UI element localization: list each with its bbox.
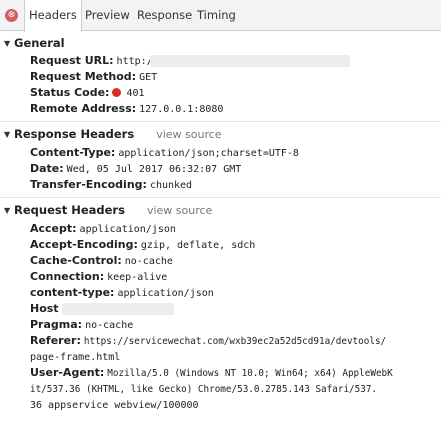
redacted-area	[150, 55, 350, 67]
response-header-row: Date: Wed, 05 Jul 2017 06:32:07 GMT	[30, 162, 241, 175]
request-headers-title: Request Headers	[14, 203, 125, 217]
request-url-row: Request URL: http:/	[30, 54, 153, 67]
request-header-row: Host	[30, 302, 62, 315]
section-divider	[0, 197, 441, 198]
header-value: 36 appservice webview/100000	[30, 400, 199, 411]
general-section-header[interactable]: ▼ General	[4, 36, 65, 50]
header-key: content-type:	[30, 286, 115, 299]
request-header-row: Connection: keep-alive	[30, 270, 167, 283]
header-key: Referer:	[30, 334, 81, 347]
header-key: Request Method:	[30, 70, 137, 83]
devtools-tab-bar: ⊗ Headers Preview Response Timing	[0, 0, 441, 32]
expand-triangle-icon: ▼	[4, 130, 11, 139]
response-headers-section-header[interactable]: ▼ Response Headers view source	[4, 127, 222, 141]
header-value: Mozilla/5.0 (Windows NT 10.0; Win64; x64…	[107, 368, 393, 379]
section-divider	[0, 121, 441, 122]
tab-headers[interactable]: Headers	[24, 0, 82, 32]
header-key: Accept-Encoding:	[30, 238, 138, 251]
header-key: Request URL:	[30, 54, 114, 67]
response-headers-title: Response Headers	[14, 127, 135, 141]
header-key: Date:	[30, 162, 64, 175]
request-header-row: content-type: application/json	[30, 286, 214, 299]
response-header-row: Content-Type: application/json;charset=UT…	[30, 146, 299, 159]
header-value: GET	[139, 72, 158, 83]
tab-timing[interactable]: Timing	[193, 0, 240, 31]
request-header-row-continued: it/537.36 (KHTML, like Gecko) Chrome/53.…	[30, 382, 377, 395]
header-value: http:/	[116, 56, 153, 67]
request-header-row: Referer: https://servicewechat.com/wxb39e…	[30, 334, 386, 347]
header-key: User-Agent:	[30, 366, 105, 379]
header-value: page-frame.html	[30, 352, 121, 363]
header-value: gzip, deflate, sdch	[140, 240, 256, 251]
request-header-row-continued: page-frame.html	[30, 350, 120, 363]
response-header-row: Transfer-Encoding: chunked	[30, 178, 192, 191]
header-key: Remote Address:	[30, 102, 137, 115]
tab-preview[interactable]: Preview	[81, 0, 134, 31]
header-key: Connection:	[30, 270, 105, 283]
header-value: https://servicewechat.com/wxb39ec2a52d5c…	[83, 336, 387, 347]
view-source-link[interactable]: view source	[156, 128, 221, 141]
request-header-row-continued: 36 appservice webview/100000	[30, 398, 199, 411]
remote-address-row: Remote Address: 127.0.0.1:8080	[30, 102, 223, 115]
header-value: keep-alive	[107, 272, 168, 283]
header-value: chunked	[149, 180, 193, 191]
expand-triangle-icon: ▼	[4, 206, 11, 215]
header-key: Content-Type:	[30, 146, 116, 159]
status-code-row: Status Code: 401	[30, 86, 145, 99]
status-error-icon	[112, 88, 122, 97]
redacted-area	[62, 303, 174, 315]
header-value: no-cache	[85, 320, 134, 331]
header-value: Wed, 05 Jul 2017 06:32:07 GMT	[66, 164, 242, 175]
header-key: Transfer-Encoding:	[30, 178, 147, 191]
view-source-link[interactable]: view source	[147, 204, 212, 217]
request-header-row: Cache-Control: no-cache	[30, 254, 173, 267]
header-value: it/537.36 (KHTML, like Gecko) Chrome/53.…	[30, 384, 378, 395]
general-title: General	[14, 36, 65, 50]
request-header-row: Pragma: no-cache	[30, 318, 133, 331]
request-headers-section-header[interactable]: ▼ Request Headers view source	[4, 203, 212, 217]
request-header-row: Accept: application/json	[30, 222, 176, 235]
header-value: no-cache	[124, 256, 173, 267]
header-key: Status Code:	[30, 86, 110, 99]
tab-response[interactable]: Response	[133, 0, 196, 31]
request-header-row: User-Agent: Mozilla/5.0 (Windows NT 10.0;…	[30, 366, 393, 379]
expand-triangle-icon: ▼	[4, 39, 11, 48]
header-value: application/json;charset=UTF-8	[118, 148, 299, 159]
header-value: application/json	[117, 288, 214, 299]
header-key: Accept:	[30, 222, 77, 235]
request-header-row: Accept-Encoding: gzip, deflate, sdch	[30, 238, 255, 251]
request-method-row: Request Method: GET	[30, 70, 157, 83]
header-value: application/json	[79, 224, 176, 235]
header-key: Pragma:	[30, 318, 83, 331]
header-key: Cache-Control:	[30, 254, 122, 267]
header-value: 127.0.0.1:8080	[139, 104, 224, 115]
header-key: Host	[30, 302, 59, 315]
header-value: 401	[126, 88, 145, 99]
close-icon[interactable]: ⊗	[5, 9, 18, 22]
